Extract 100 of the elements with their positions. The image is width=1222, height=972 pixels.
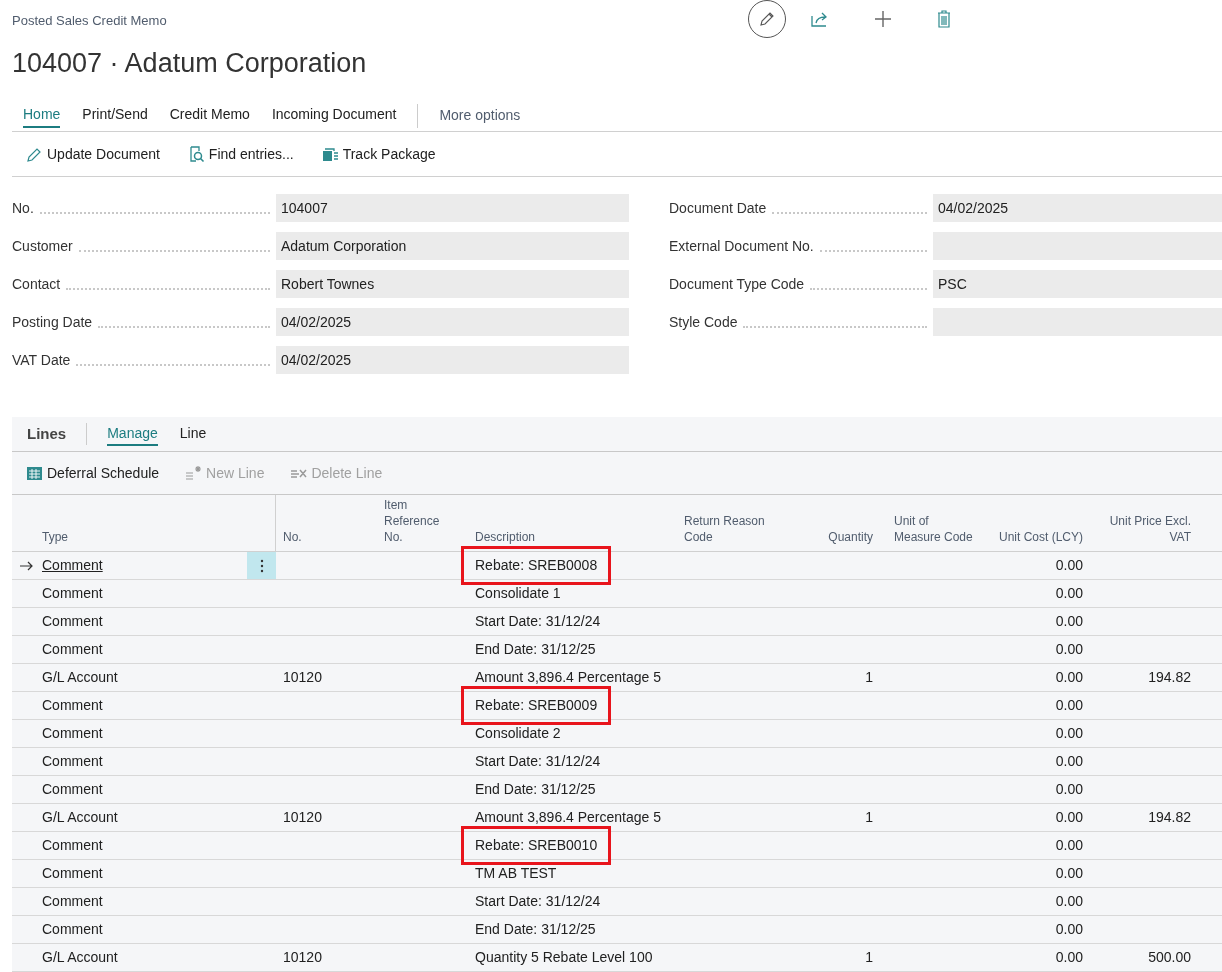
table-cell: Quantity 5 Rebate Level 100	[475, 949, 653, 965]
field-label: External Document No.	[669, 236, 815, 256]
package-icon	[321, 145, 339, 163]
field-label: Document Type Code	[669, 274, 806, 294]
column-header[interactable]: Unit Cost (LCY)	[998, 529, 1083, 545]
field-label: VAT Date	[12, 350, 72, 370]
table-cell: End Date: 31/12/25	[475, 781, 596, 797]
field-label: Posting Date	[12, 312, 94, 332]
page-title: 104007 · Adatum Corporation	[12, 47, 367, 80]
table-cell: Comment	[42, 865, 103, 881]
field-value: 04/02/2025	[276, 346, 629, 374]
table-cell: Rebate: SREB0010	[475, 837, 598, 853]
table-cell: Comment	[42, 837, 103, 853]
table-cell: 194.82	[1148, 809, 1191, 825]
more-options-tab[interactable]: More options	[439, 105, 521, 126]
table-cell: Amount 3,896.4 Percentage 5	[475, 669, 662, 685]
field-value: 04/02/2025	[276, 308, 629, 336]
field-label: Contact	[12, 274, 62, 294]
table-cell: 0.00	[1055, 865, 1083, 881]
field-label: Style Code	[669, 312, 739, 332]
field-label: Customer	[12, 236, 74, 256]
table-cell: TM AB TEST	[475, 865, 557, 881]
table-cell: Comment	[42, 697, 103, 713]
table-cell: 0.00	[1055, 697, 1083, 713]
table-cell: Comment	[42, 753, 103, 769]
field-value: Robert Townes	[276, 270, 629, 298]
add-icon[interactable]	[874, 10, 892, 28]
table-cell: 0.00	[1055, 557, 1083, 573]
table-cell: Start Date: 31/12/24	[475, 893, 601, 909]
table-cell: 0.00	[1055, 949, 1083, 965]
menu-tab[interactable]: Home	[23, 103, 61, 128]
field-label: Document Date	[669, 198, 768, 218]
table-cell: G/L Account	[42, 949, 118, 965]
table-cell: 0.00	[1055, 669, 1083, 685]
field-value: 104007	[276, 194, 629, 222]
table-cell: 1	[865, 949, 873, 965]
table-cell: 0.00	[1055, 837, 1083, 853]
table-cell: Comment	[42, 641, 103, 657]
field-value: 04/02/2025	[933, 194, 1222, 222]
table-cell: Comment	[42, 613, 103, 629]
calendar-grid-icon	[26, 464, 43, 482]
table-cell: Comment	[42, 893, 103, 909]
field-value: PSC	[933, 270, 1222, 298]
column-header[interactable]: Description	[475, 529, 536, 545]
column-header[interactable]: Unit Price Excl. VAT	[1101, 513, 1191, 545]
toolbar-button[interactable]: Deferral Schedule	[26, 462, 160, 484]
table-cell: Comment	[42, 921, 103, 937]
more-icon	[259, 558, 264, 573]
table-cell: 500.00	[1148, 949, 1191, 965]
column-header[interactable]: Type	[42, 529, 68, 545]
table-cell: 0.00	[1055, 921, 1083, 937]
field-label: No.	[12, 198, 35, 218]
table-cell: Consolidate 1	[475, 585, 561, 601]
table-cell: G/L Account	[42, 809, 118, 825]
column-header[interactable]: No.	[283, 529, 302, 545]
column-header[interactable]: Return Reason Code	[684, 513, 784, 545]
table-cell: 194.82	[1148, 669, 1191, 685]
table-cell: G/L Account	[42, 669, 118, 685]
table-cell: 10120	[283, 949, 322, 965]
table-cell: Comment	[42, 725, 103, 741]
table-cell: End Date: 31/12/25	[475, 641, 596, 657]
table-cell: 0.00	[1055, 585, 1083, 601]
breadcrumb: Posted Sales Credit Memo	[12, 12, 167, 30]
table-cell: 0.00	[1055, 893, 1083, 909]
table-cell: Start Date: 31/12/24	[475, 613, 601, 629]
delete-icon[interactable]	[937, 10, 951, 28]
column-header[interactable]: Unit of Measure Code	[894, 513, 974, 545]
menu-tab[interactable]: Credit Memo	[169, 103, 250, 128]
column-header[interactable]: Item Reference No.	[384, 497, 444, 545]
table-cell: Start Date: 31/12/24	[475, 753, 601, 769]
table-cell: Rebate: SREB0009	[475, 697, 598, 713]
toolbar-button[interactable]: Find entries...	[187, 143, 294, 165]
table-cell: 0.00	[1055, 781, 1083, 797]
pencil-icon	[759, 11, 775, 27]
table-cell: End Date: 31/12/25	[475, 921, 596, 937]
column-header[interactable]: Quantity	[828, 529, 873, 545]
table-cell: 10120	[283, 809, 322, 825]
table-cell: Rebate: SREB0008	[475, 557, 598, 573]
table-cell: Comment	[42, 585, 103, 601]
share-icon[interactable]	[811, 10, 829, 28]
menu-tab[interactable]: Incoming Document	[271, 103, 397, 128]
lines-title: Lines	[27, 423, 67, 444]
menu-tab[interactable]: Print/Send	[82, 103, 148, 128]
table-cell: 0.00	[1055, 725, 1083, 741]
new-line-icon	[185, 464, 203, 482]
table-cell: 0.00	[1055, 641, 1083, 657]
table-cell: 10120	[283, 669, 322, 685]
table-cell[interactable]: Comment	[42, 557, 103, 573]
table-cell: 0.00	[1055, 809, 1083, 825]
table-cell: Amount 3,896.4 Percentage 5	[475, 809, 662, 825]
table-cell: 1	[865, 669, 873, 685]
lines-tab[interactable]: Line	[179, 422, 207, 446]
toolbar-button[interactable]: Track Package	[321, 143, 436, 165]
lines-tab[interactable]: Manage	[107, 422, 158, 446]
toolbar-button[interactable]: Update Document	[26, 143, 160, 165]
table-cell: 0.00	[1055, 613, 1083, 629]
table-cell: Comment	[42, 781, 103, 797]
document-search-icon	[187, 145, 205, 163]
table-cell: 0.00	[1055, 753, 1083, 769]
table-cell: 1	[865, 809, 873, 825]
